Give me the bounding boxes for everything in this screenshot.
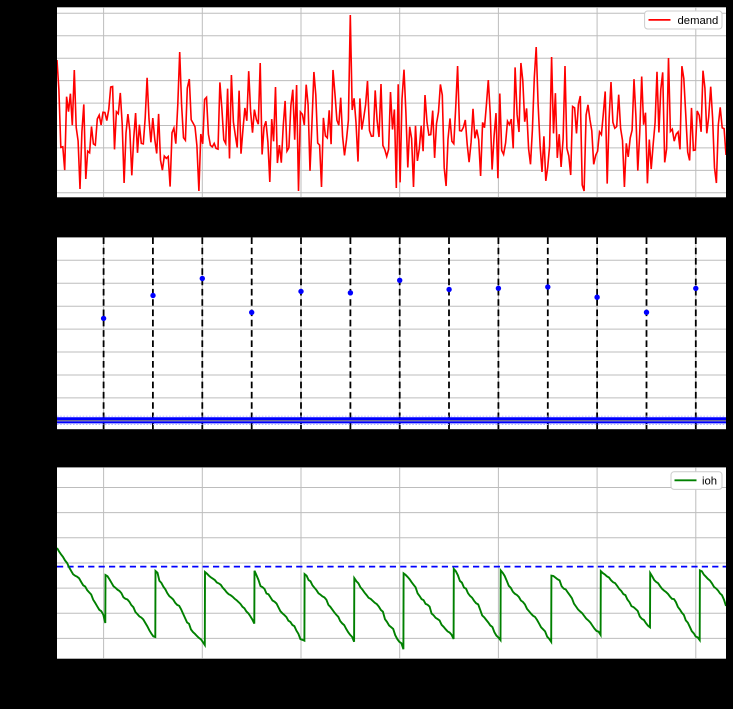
svg-text:demand: demand	[678, 15, 719, 27]
svg-text:ioh: ioh	[702, 476, 717, 488]
